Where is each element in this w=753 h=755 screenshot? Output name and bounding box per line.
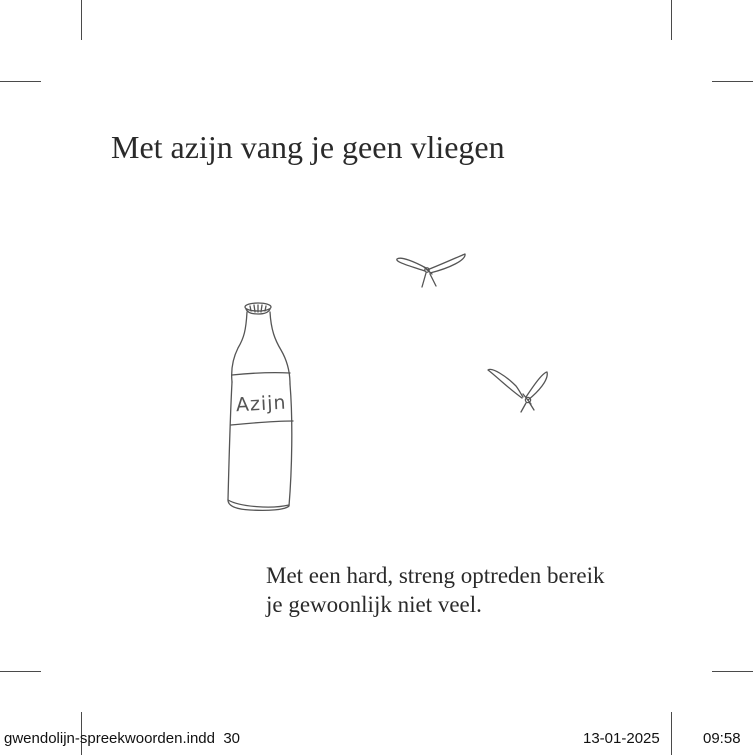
caption-line-2: je gewoonlijk niet veel. bbox=[266, 592, 482, 617]
bottle-label-text: Azijn bbox=[235, 392, 287, 417]
slug-filename: gwendolijn-spreekwoorden.indd bbox=[4, 730, 215, 747]
caption-line-1: Met een hard, streng optreden bereik bbox=[266, 563, 605, 588]
slug-date: 13-01-2025 bbox=[583, 730, 660, 747]
slug-page-number: 30 bbox=[223, 730, 240, 747]
slug-file-info: gwendolijn-spreekwoorden.indd 30 bbox=[4, 730, 240, 748]
fly-top bbox=[396, 253, 466, 288]
proverb-explanation: Met een hard, streng optreden bereik je … bbox=[266, 561, 604, 619]
pencil-illustration: Azijn bbox=[227, 253, 548, 512]
slug-time: 09:58 bbox=[703, 730, 741, 747]
fly-bottom bbox=[487, 368, 548, 413]
